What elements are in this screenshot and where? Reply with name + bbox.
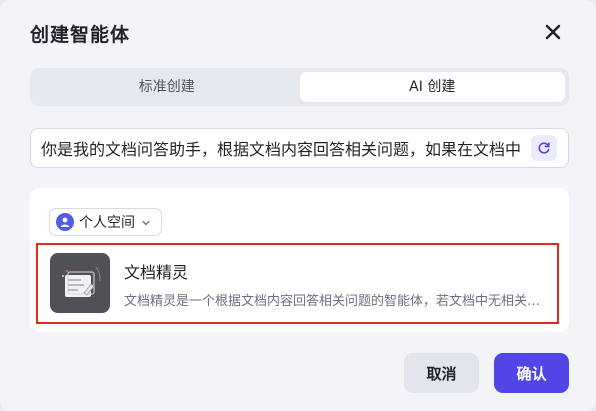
dialog-title: 创建智能体 (30, 24, 131, 46)
confirm-button[interactable]: 确认 (494, 353, 569, 393)
agent-description: 文档精灵是一个根据文档内容回答相关问题的智能体，若文档中无相关信息则会如实告知 (124, 294, 549, 309)
agent-card[interactable]: 文档精灵 文档精灵是一个根据文档内容回答相关问题的智能体，若文档中无相关信息则会… (36, 243, 559, 324)
space-selector[interactable]: 个人空间 (49, 208, 162, 236)
document-icon (50, 253, 110, 313)
chevron-down-icon (141, 213, 151, 232)
create-mode-tabs: 标准创建 AI 创建 (30, 68, 569, 106)
agent-name: 文档精灵 (124, 263, 189, 282)
prompt-field (30, 128, 569, 168)
create-agent-dialog: 创建智能体 标准创建 AI 创建 个人空间 (0, 0, 596, 411)
agent-list-panel: 个人空间 文档精灵 文档精灵是一个根据文档内容回答相关问题的智能体，若文档中无相… (30, 188, 569, 332)
tab-ai-create[interactable]: AI 创建 (299, 72, 565, 102)
tab-standard-create[interactable]: 标准创建 (34, 72, 300, 102)
space-selector-label: 个人空间 (79, 215, 135, 231)
prompt-input[interactable] (41, 129, 521, 167)
user-icon (56, 213, 74, 231)
refresh-icon[interactable] (531, 135, 557, 161)
close-icon[interactable] (543, 22, 563, 42)
cancel-button[interactable]: 取消 (404, 353, 479, 393)
